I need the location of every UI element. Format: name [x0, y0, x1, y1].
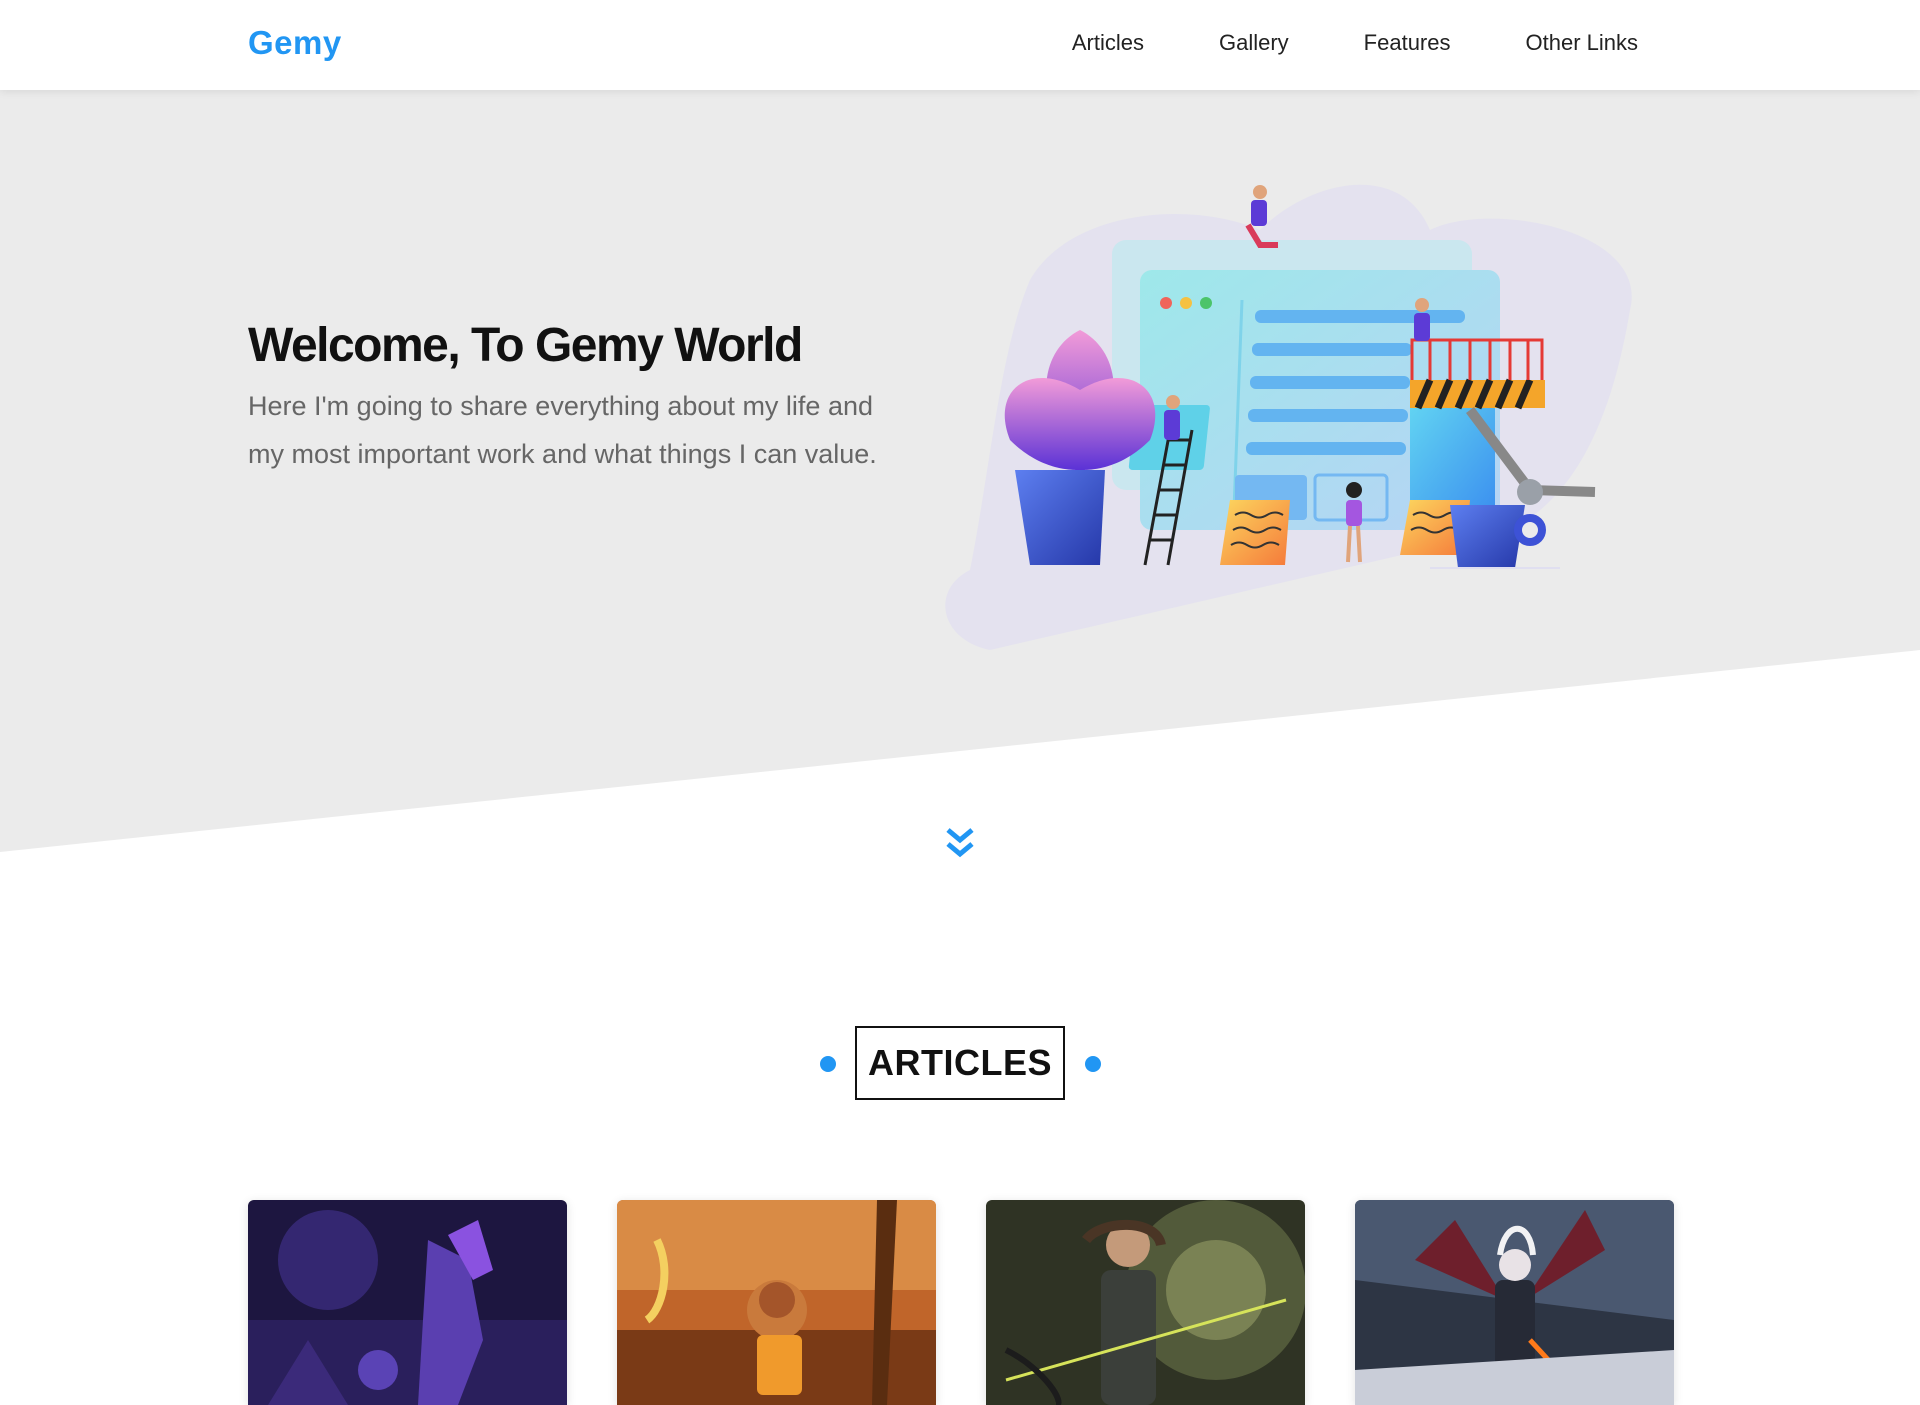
article-card-3[interactable]: [986, 1200, 1305, 1405]
nav-other-links-link[interactable]: Other Links: [1526, 30, 1639, 56]
main-nav: Articles Gallery Features Other Links: [997, 30, 1638, 56]
article-image-4: [1355, 1200, 1674, 1405]
article-card-4[interactable]: [1355, 1200, 1674, 1405]
chevron-double-down-icon[interactable]: [942, 826, 978, 862]
heading-dot-left: [820, 1056, 836, 1072]
nav-gallery-link[interactable]: Gallery: [1219, 30, 1289, 56]
article-image-3: [986, 1200, 1305, 1405]
article-image-2: [617, 1200, 936, 1405]
nav-features-link[interactable]: Features: [1364, 30, 1451, 56]
article-image-1: [248, 1200, 567, 1405]
article-card-1[interactable]: [248, 1200, 567, 1405]
articles-heading: ARTICLES: [855, 1026, 1065, 1100]
site-header: Gemy Articles Gallery Features Other Lin…: [0, 0, 1920, 90]
landing-subtitle: Here I'm going to share everything about…: [248, 391, 877, 469]
article-card-2[interactable]: [617, 1200, 936, 1405]
nav-articles-link[interactable]: Articles: [1072, 30, 1144, 56]
heading-dot-right: [1085, 1056, 1101, 1072]
landing-title: Welcome, To Gemy World: [248, 319, 803, 372]
logo[interactable]: Gemy: [248, 24, 342, 62]
hero-illustration: [945, 184, 1632, 650]
article-cards: [248, 1200, 1674, 1405]
articles-section-header: ARTICLES: [0, 1026, 1920, 1100]
